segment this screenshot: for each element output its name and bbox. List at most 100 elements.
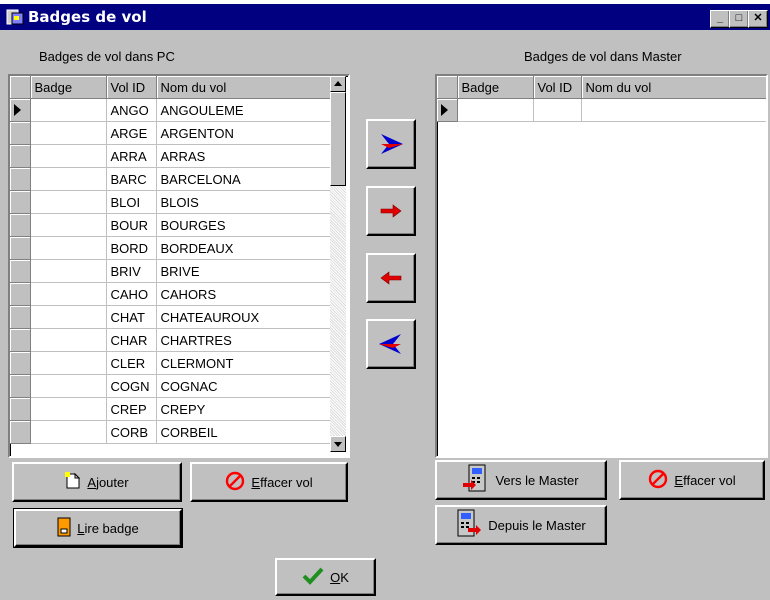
cell-badge[interactable] (30, 190, 107, 214)
cell-badge[interactable] (30, 397, 107, 421)
cell-vol-id[interactable]: COGN (106, 374, 157, 398)
cell-vol-id[interactable]: CLER (106, 351, 157, 375)
table-row[interactable]: CHAR CHARTRES (10, 328, 333, 352)
table-row[interactable]: BARC BARCELONA (10, 167, 333, 191)
cell-vol-id[interactable]: CHAT (106, 305, 157, 329)
cell-vol-id[interactable]: BLOI (106, 190, 157, 214)
cell-badge[interactable] (30, 121, 107, 145)
table-row[interactable]: BOUR BOURGES (10, 213, 333, 237)
row-indicator[interactable] (10, 144, 31, 168)
cell-badge[interactable] (30, 374, 107, 398)
cell-vol-id[interactable]: BOUR (106, 213, 157, 237)
row-indicator[interactable] (10, 305, 31, 329)
cell-nom-du-vol[interactable]: ARGENTON (156, 121, 333, 145)
read-badge-button[interactable]: Lire badge (13, 508, 183, 548)
cell-nom-du-vol[interactable]: CORBEIL (156, 420, 333, 444)
cell-nom-du-vol[interactable]: CHATEAUROUX (156, 305, 333, 329)
cell-vol-id[interactable]: CREP (106, 397, 157, 421)
column-header-vol-id[interactable]: Vol ID (106, 76, 157, 99)
cell-nom-du-vol[interactable] (581, 98, 766, 122)
table-row[interactable]: BORD BORDEAUX (10, 236, 333, 260)
delete-master-flight-button[interactable]: Effacer vol (619, 460, 765, 500)
close-button[interactable]: ✕ (748, 10, 768, 28)
cell-nom-du-vol[interactable]: BRIVE (156, 259, 333, 283)
table-row[interactable]: CREP CREPY (10, 397, 333, 421)
move-all-to-pc-button[interactable] (366, 319, 416, 369)
cell-nom-du-vol[interactable]: CHARTRES (156, 328, 333, 352)
table-row[interactable]: CORB CORBEIL (10, 420, 333, 444)
row-indicator[interactable] (10, 167, 31, 191)
row-indicator[interactable] (10, 420, 31, 444)
cell-vol-id[interactable]: BARC (106, 167, 157, 191)
column-header-badge[interactable]: Badge (457, 76, 534, 99)
maximize-button[interactable]: □ (729, 10, 749, 28)
scroll-thumb[interactable] (330, 92, 346, 186)
table-row[interactable]: CAHO CAHORS (10, 282, 333, 306)
pc-grid-vertical-scrollbar[interactable] (330, 76, 346, 452)
row-indicator[interactable] (10, 98, 31, 122)
column-header-vol-id[interactable]: Vol ID (533, 76, 582, 99)
column-header-nom-du-vol[interactable]: Nom du vol (156, 76, 333, 99)
scroll-down-button[interactable] (330, 436, 346, 452)
row-indicator[interactable] (10, 213, 31, 237)
cell-badge[interactable] (30, 144, 107, 168)
cell-vol-id[interactable]: CORB (106, 420, 157, 444)
to-master-button[interactable]: Vers le Master (435, 460, 607, 500)
ok-button[interactable]: OK (275, 558, 376, 596)
cell-nom-du-vol[interactable]: COGNAC (156, 374, 333, 398)
cell-vol-id[interactable]: ARRA (106, 144, 157, 168)
cell-vol-id[interactable]: ARGE (106, 121, 157, 145)
pc-badges-grid[interactable]: Badge Vol ID Nom du vol ANGO ANGOULEME ARG… (8, 74, 350, 458)
cell-nom-du-vol[interactable]: ANGOULEME (156, 98, 333, 122)
move-all-to-master-button[interactable] (366, 119, 416, 169)
table-row[interactable]: CHAT CHATEAUROUX (10, 305, 333, 329)
table-row[interactable] (437, 98, 766, 122)
cell-badge[interactable] (30, 98, 107, 122)
row-indicator[interactable] (10, 236, 31, 260)
row-indicator[interactable] (10, 328, 31, 352)
cell-nom-du-vol[interactable]: CAHORS (156, 282, 333, 306)
table-row[interactable]: ANGO ANGOULEME (10, 98, 333, 122)
from-master-button[interactable]: Depuis le Master (435, 505, 607, 545)
cell-vol-id[interactable]: CAHO (106, 282, 157, 306)
table-row[interactable]: CLER CLERMONT (10, 351, 333, 375)
cell-badge[interactable] (30, 259, 107, 283)
cell-badge[interactable] (457, 98, 534, 122)
cell-badge[interactable] (30, 213, 107, 237)
cell-badge[interactable] (30, 305, 107, 329)
row-indicator[interactable] (10, 121, 31, 145)
cell-badge[interactable] (30, 282, 107, 306)
table-row[interactable]: BRIV BRIVE (10, 259, 333, 283)
column-header-nom-du-vol[interactable]: Nom du vol (581, 76, 766, 99)
cell-nom-du-vol[interactable]: BLOIS (156, 190, 333, 214)
table-row[interactable]: COGN COGNAC (10, 374, 333, 398)
cell-nom-du-vol[interactable]: BORDEAUX (156, 236, 333, 260)
row-indicator[interactable] (10, 351, 31, 375)
cell-nom-du-vol[interactable]: CREPY (156, 397, 333, 421)
row-indicator[interactable] (10, 190, 31, 214)
table-row[interactable]: BLOI BLOIS (10, 190, 333, 214)
cell-vol-id[interactable]: ANGO (106, 98, 157, 122)
add-button[interactable]: Ajouter (12, 462, 182, 502)
row-indicator[interactable] (10, 397, 31, 421)
cell-vol-id[interactable]: BRIV (106, 259, 157, 283)
move-one-to-master-button[interactable] (366, 186, 416, 236)
table-row[interactable]: ARGE ARGENTON (10, 121, 333, 145)
table-row[interactable]: ARRA ARRAS (10, 144, 333, 168)
delete-flight-button[interactable]: Effacer vol (190, 462, 348, 502)
scroll-up-button[interactable] (330, 76, 346, 92)
column-header-badge[interactable]: Badge (30, 76, 107, 99)
cell-badge[interactable] (30, 351, 107, 375)
cell-vol-id[interactable] (533, 98, 582, 122)
row-indicator[interactable] (10, 374, 31, 398)
row-indicator[interactable] (437, 98, 458, 122)
cell-badge[interactable] (30, 167, 107, 191)
cell-nom-du-vol[interactable]: BOURGES (156, 213, 333, 237)
cell-badge[interactable] (30, 328, 107, 352)
cell-vol-id[interactable]: CHAR (106, 328, 157, 352)
cell-nom-du-vol[interactable]: ARRAS (156, 144, 333, 168)
cell-badge[interactable] (30, 420, 107, 444)
cell-nom-du-vol[interactable]: BARCELONA (156, 167, 333, 191)
cell-badge[interactable] (30, 236, 107, 260)
row-indicator[interactable] (10, 282, 31, 306)
